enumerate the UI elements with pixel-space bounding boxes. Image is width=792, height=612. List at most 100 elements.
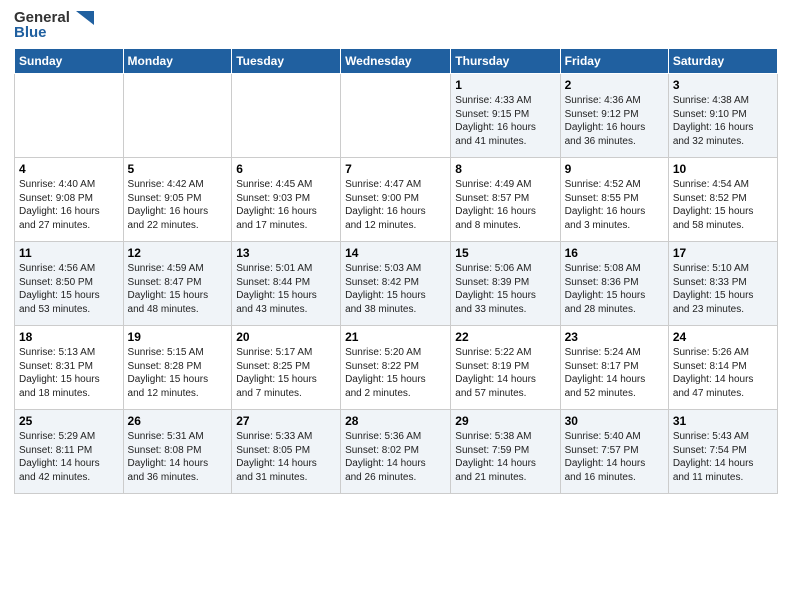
day-info: Sunrise: 4:49 AM Sunset: 8:57 PM Dayligh…	[455, 178, 555, 232]
day-number: 28	[345, 413, 446, 429]
calendar-cell: 9Sunrise: 4:52 AM Sunset: 8:55 PM Daylig…	[560, 158, 668, 242]
day-info: Sunrise: 5:43 AM Sunset: 7:54 PM Dayligh…	[673, 430, 773, 484]
day-info: Sunrise: 5:03 AM Sunset: 8:42 PM Dayligh…	[345, 262, 446, 316]
day-info: Sunrise: 4:47 AM Sunset: 9:00 PM Dayligh…	[345, 178, 446, 232]
day-info: Sunrise: 4:56 AM Sunset: 8:50 PM Dayligh…	[19, 262, 119, 316]
day-info: Sunrise: 5:15 AM Sunset: 8:28 PM Dayligh…	[128, 346, 228, 400]
day-number: 26	[128, 413, 228, 429]
day-info: Sunrise: 4:38 AM Sunset: 9:10 PM Dayligh…	[673, 94, 773, 148]
calendar-cell: 24Sunrise: 5:26 AM Sunset: 8:14 PM Dayli…	[668, 326, 777, 410]
day-number: 29	[455, 413, 555, 429]
calendar-cell: 19Sunrise: 5:15 AM Sunset: 8:28 PM Dayli…	[123, 326, 232, 410]
calendar: SundayMondayTuesdayWednesdayThursdayFrid…	[14, 48, 778, 494]
day-info: Sunrise: 4:42 AM Sunset: 9:05 PM Dayligh…	[128, 178, 228, 232]
day-info: Sunrise: 5:06 AM Sunset: 8:39 PM Dayligh…	[455, 262, 555, 316]
day-info: Sunrise: 4:36 AM Sunset: 9:12 PM Dayligh…	[565, 94, 664, 148]
calendar-cell	[123, 74, 232, 158]
day-info: Sunrise: 5:01 AM Sunset: 8:44 PM Dayligh…	[236, 262, 336, 316]
day-info: Sunrise: 4:52 AM Sunset: 8:55 PM Dayligh…	[565, 178, 664, 232]
week-row-3: 11Sunrise: 4:56 AM Sunset: 8:50 PM Dayli…	[15, 242, 778, 326]
day-of-week-tuesday: Tuesday	[232, 49, 341, 74]
day-info: Sunrise: 5:31 AM Sunset: 8:08 PM Dayligh…	[128, 430, 228, 484]
week-row-4: 18Sunrise: 5:13 AM Sunset: 8:31 PM Dayli…	[15, 326, 778, 410]
calendar-cell: 23Sunrise: 5:24 AM Sunset: 8:17 PM Dayli…	[560, 326, 668, 410]
week-row-1: 1Sunrise: 4:33 AM Sunset: 9:15 PM Daylig…	[15, 74, 778, 158]
day-number: 27	[236, 413, 336, 429]
day-info: Sunrise: 4:45 AM Sunset: 9:03 PM Dayligh…	[236, 178, 336, 232]
calendar-cell: 14Sunrise: 5:03 AM Sunset: 8:42 PM Dayli…	[341, 242, 451, 326]
calendar-cell: 8Sunrise: 4:49 AM Sunset: 8:57 PM Daylig…	[451, 158, 560, 242]
calendar-cell: 22Sunrise: 5:22 AM Sunset: 8:19 PM Dayli…	[451, 326, 560, 410]
day-number: 12	[128, 245, 228, 261]
day-number: 17	[673, 245, 773, 261]
logo: General Blue	[14, 10, 94, 40]
day-number: 21	[345, 329, 446, 345]
day-number: 7	[345, 161, 446, 177]
calendar-cell: 26Sunrise: 5:31 AM Sunset: 8:08 PM Dayli…	[123, 410, 232, 494]
calendar-cell: 10Sunrise: 4:54 AM Sunset: 8:52 PM Dayli…	[668, 158, 777, 242]
calendar-cell: 30Sunrise: 5:40 AM Sunset: 7:57 PM Dayli…	[560, 410, 668, 494]
calendar-cell: 7Sunrise: 4:47 AM Sunset: 9:00 PM Daylig…	[341, 158, 451, 242]
day-of-week-wednesday: Wednesday	[341, 49, 451, 74]
calendar-cell: 5Sunrise: 4:42 AM Sunset: 9:05 PM Daylig…	[123, 158, 232, 242]
calendar-cell: 20Sunrise: 5:17 AM Sunset: 8:25 PM Dayli…	[232, 326, 341, 410]
day-info: Sunrise: 5:22 AM Sunset: 8:19 PM Dayligh…	[455, 346, 555, 400]
calendar-header: SundayMondayTuesdayWednesdayThursdayFrid…	[15, 49, 778, 74]
calendar-cell: 11Sunrise: 4:56 AM Sunset: 8:50 PM Dayli…	[15, 242, 124, 326]
day-info: Sunrise: 5:40 AM Sunset: 7:57 PM Dayligh…	[565, 430, 664, 484]
day-number: 8	[455, 161, 555, 177]
calendar-cell	[15, 74, 124, 158]
day-number: 13	[236, 245, 336, 261]
calendar-body: 1Sunrise: 4:33 AM Sunset: 9:15 PM Daylig…	[15, 74, 778, 494]
calendar-cell: 31Sunrise: 5:43 AM Sunset: 7:54 PM Dayli…	[668, 410, 777, 494]
day-number: 19	[128, 329, 228, 345]
day-info: Sunrise: 4:59 AM Sunset: 8:47 PM Dayligh…	[128, 262, 228, 316]
calendar-cell: 18Sunrise: 5:13 AM Sunset: 8:31 PM Dayli…	[15, 326, 124, 410]
calendar-cell: 29Sunrise: 5:38 AM Sunset: 7:59 PM Dayli…	[451, 410, 560, 494]
day-info: Sunrise: 5:36 AM Sunset: 8:02 PM Dayligh…	[345, 430, 446, 484]
calendar-cell: 6Sunrise: 4:45 AM Sunset: 9:03 PM Daylig…	[232, 158, 341, 242]
header: General Blue	[14, 10, 778, 40]
day-number: 10	[673, 161, 773, 177]
calendar-cell: 1Sunrise: 4:33 AM Sunset: 9:15 PM Daylig…	[451, 74, 560, 158]
calendar-cell: 21Sunrise: 5:20 AM Sunset: 8:22 PM Dayli…	[341, 326, 451, 410]
calendar-cell: 2Sunrise: 4:36 AM Sunset: 9:12 PM Daylig…	[560, 74, 668, 158]
day-number: 30	[565, 413, 664, 429]
days-of-week-row: SundayMondayTuesdayWednesdayThursdayFrid…	[15, 49, 778, 74]
day-number: 3	[673, 77, 773, 93]
day-info: Sunrise: 5:29 AM Sunset: 8:11 PM Dayligh…	[19, 430, 119, 484]
day-number: 1	[455, 77, 555, 93]
calendar-cell: 4Sunrise: 4:40 AM Sunset: 9:08 PM Daylig…	[15, 158, 124, 242]
day-number: 31	[673, 413, 773, 429]
day-info: Sunrise: 5:38 AM Sunset: 7:59 PM Dayligh…	[455, 430, 555, 484]
week-row-5: 25Sunrise: 5:29 AM Sunset: 8:11 PM Dayli…	[15, 410, 778, 494]
calendar-cell: 28Sunrise: 5:36 AM Sunset: 8:02 PM Dayli…	[341, 410, 451, 494]
calendar-cell	[232, 74, 341, 158]
day-number: 23	[565, 329, 664, 345]
day-info: Sunrise: 5:10 AM Sunset: 8:33 PM Dayligh…	[673, 262, 773, 316]
calendar-cell: 13Sunrise: 5:01 AM Sunset: 8:44 PM Dayli…	[232, 242, 341, 326]
page: General Blue SundayMondayTuesdayWednesda…	[0, 0, 792, 612]
day-info: Sunrise: 5:13 AM Sunset: 8:31 PM Dayligh…	[19, 346, 119, 400]
calendar-cell: 3Sunrise: 4:38 AM Sunset: 9:10 PM Daylig…	[668, 74, 777, 158]
day-info: Sunrise: 5:20 AM Sunset: 8:22 PM Dayligh…	[345, 346, 446, 400]
day-of-week-sunday: Sunday	[15, 49, 124, 74]
calendar-cell: 25Sunrise: 5:29 AM Sunset: 8:11 PM Dayli…	[15, 410, 124, 494]
day-number: 16	[565, 245, 664, 261]
calendar-cell: 27Sunrise: 5:33 AM Sunset: 8:05 PM Dayli…	[232, 410, 341, 494]
day-info: Sunrise: 5:08 AM Sunset: 8:36 PM Dayligh…	[565, 262, 664, 316]
day-of-week-thursday: Thursday	[451, 49, 560, 74]
day-info: Sunrise: 5:24 AM Sunset: 8:17 PM Dayligh…	[565, 346, 664, 400]
day-info: Sunrise: 4:40 AM Sunset: 9:08 PM Dayligh…	[19, 178, 119, 232]
day-info: Sunrise: 4:33 AM Sunset: 9:15 PM Dayligh…	[455, 94, 555, 148]
day-number: 5	[128, 161, 228, 177]
day-of-week-monday: Monday	[123, 49, 232, 74]
day-number: 25	[19, 413, 119, 429]
day-info: Sunrise: 4:54 AM Sunset: 8:52 PM Dayligh…	[673, 178, 773, 232]
logo-arrow-icon	[76, 11, 94, 25]
calendar-cell: 16Sunrise: 5:08 AM Sunset: 8:36 PM Dayli…	[560, 242, 668, 326]
day-of-week-saturday: Saturday	[668, 49, 777, 74]
day-number: 4	[19, 161, 119, 177]
day-number: 14	[345, 245, 446, 261]
day-number: 15	[455, 245, 555, 261]
